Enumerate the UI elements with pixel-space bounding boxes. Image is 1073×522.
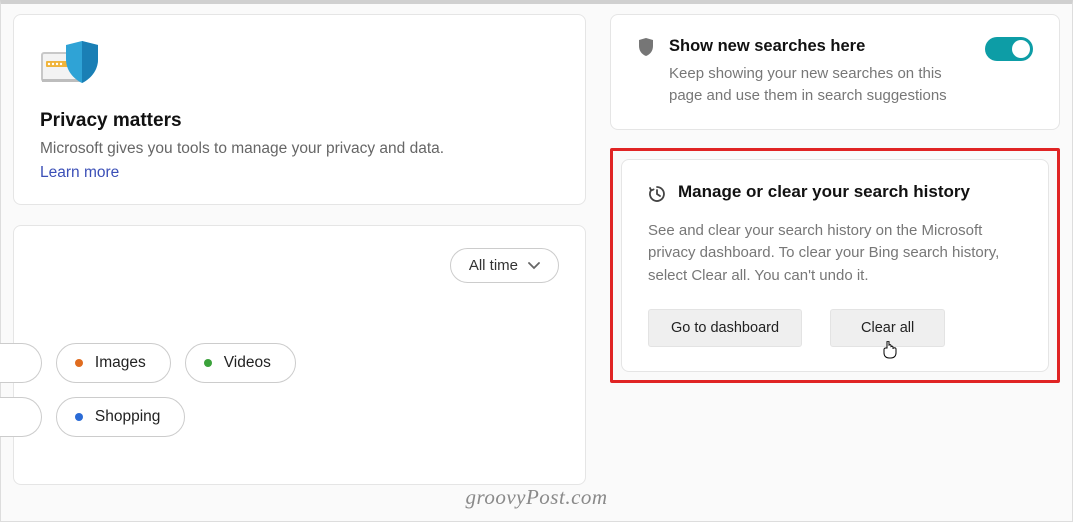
show-searches-toggle[interactable] <box>985 37 1033 61</box>
manage-desc: See and clear your search history on the… <box>648 220 1022 288</box>
time-range-dropdown[interactable]: All time <box>450 248 559 283</box>
history-icon <box>648 185 666 208</box>
privacy-card: Privacy matters Microsoft gives you tool… <box>13 14 586 205</box>
chip-images[interactable]: Images <box>56 343 171 383</box>
show-searches-card: Show new searches here Keep showing your… <box>610 14 1060 130</box>
chip-label: Images <box>95 354 146 372</box>
chip-videos[interactable]: Videos <box>185 343 296 383</box>
clear-all-label: Clear all <box>861 320 914 336</box>
shield-icon <box>637 37 655 62</box>
chip-partial[interactable] <box>0 397 42 437</box>
manage-history-card: Manage or clear your search history See … <box>621 159 1049 373</box>
dropdown-label: All time <box>469 257 518 274</box>
clear-all-button[interactable]: Clear all <box>830 309 945 347</box>
watermark: groovyPost.com <box>465 485 607 510</box>
chip-label: Shopping <box>95 408 161 426</box>
privacy-shield-icon <box>40 35 559 94</box>
learn-more-link[interactable]: Learn more <box>40 164 119 181</box>
privacy-title: Privacy matters <box>40 110 559 132</box>
dot-icon <box>75 359 83 367</box>
show-searches-title: Show new searches here <box>669 37 971 56</box>
dot-icon <box>75 413 83 421</box>
chevron-down-icon <box>528 257 540 274</box>
go-to-dashboard-button[interactable]: Go to dashboard <box>648 309 802 347</box>
chip-shopping[interactable]: Shopping <box>56 397 186 437</box>
filter-card: All time Images Videos <box>13 225 586 485</box>
chip-partial[interactable] <box>0 343 42 383</box>
show-searches-desc: Keep showing your new searches on this p… <box>669 63 971 107</box>
chip-label: Videos <box>224 354 271 372</box>
privacy-desc: Microsoft gives you tools to manage your… <box>40 140 559 158</box>
dot-icon <box>204 359 212 367</box>
cursor-icon <box>882 341 898 364</box>
manage-title: Manage or clear your search history <box>678 182 970 202</box>
highlight-box: Manage or clear your search history See … <box>610 148 1060 384</box>
